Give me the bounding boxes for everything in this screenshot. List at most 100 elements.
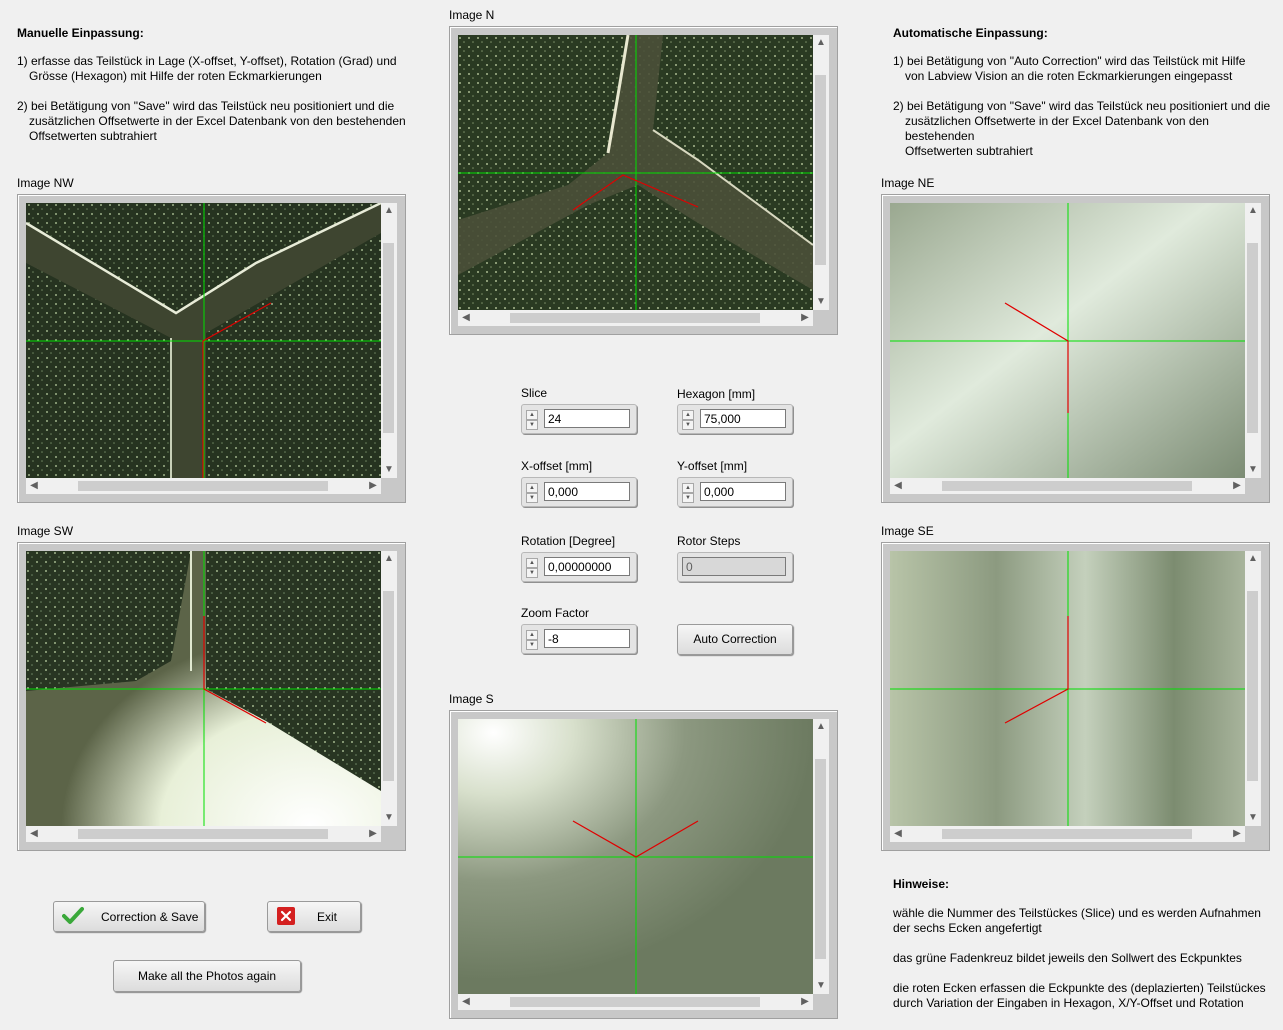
decrement-icon[interactable]: ▼ (682, 493, 694, 503)
decrement-icon[interactable]: ▼ (526, 568, 538, 578)
auto-step2-line1: 2) bei Betätigung von "Save" wird das Te… (893, 99, 1271, 113)
xoffset-input[interactable]: 0,000 (544, 482, 630, 501)
exit-button[interactable]: Exit (267, 901, 361, 932)
image-s-display[interactable]: ▲ ▼ ◀ ▶ (449, 710, 838, 1019)
image-se-canvas[interactable] (890, 551, 1245, 826)
auto-title: Automatische Einpassung: (893, 26, 1048, 40)
scroll-right-icon[interactable]: ▶ (365, 478, 381, 494)
scroll-left-icon[interactable]: ◀ (890, 478, 906, 494)
scroll-down-icon[interactable]: ▼ (1245, 462, 1261, 478)
yoffset-control[interactable]: ▲ ▼ 0,000 (677, 477, 793, 507)
rotor-steps-indicator: 0 (677, 552, 793, 582)
exit-label: Exit (317, 910, 338, 924)
rotation-control[interactable]: ▲ ▼ 0,00000000 (521, 552, 637, 582)
scroll-down-icon[interactable]: ▼ (813, 978, 829, 994)
manual-title: Manuelle Einpassung: (17, 26, 144, 40)
scroll-right-icon[interactable]: ▶ (797, 994, 813, 1010)
image-nw-vscroll[interactable]: ▲ ▼ (381, 203, 397, 478)
scroll-left-icon[interactable]: ◀ (26, 826, 42, 842)
scroll-right-icon[interactable]: ▶ (1229, 826, 1245, 842)
scroll-up-icon[interactable]: ▲ (381, 203, 397, 219)
slice-control[interactable]: ▲ ▼ 24 (521, 404, 637, 434)
image-sw-hscroll[interactable]: ◀ ▶ (26, 826, 381, 842)
decrement-icon[interactable]: ▼ (526, 493, 538, 503)
scroll-up-icon[interactable]: ▲ (1245, 551, 1261, 567)
image-se-hscroll[interactable]: ◀ ▶ (890, 826, 1245, 842)
scroll-left-icon[interactable]: ◀ (890, 826, 906, 842)
image-sw-display[interactable]: ▲ ▼ ◀ ▶ (17, 542, 406, 851)
image-ne-hscroll[interactable]: ◀ ▶ (890, 478, 1245, 494)
check-icon (62, 907, 84, 924)
image-ne-vscroll[interactable]: ▲ ▼ (1245, 203, 1261, 478)
image-nw-hscroll[interactable]: ◀ ▶ (26, 478, 381, 494)
manual-step2-line1: 2) bei Betätigung von "Save" wird das Te… (17, 99, 395, 113)
hexagon-label: Hexagon [mm] (677, 387, 756, 401)
image-s-label: Image S (449, 692, 494, 706)
image-se-display[interactable]: ▲ ▼ ◀ ▶ (881, 542, 1270, 851)
image-sw-label: Image SW (17, 524, 74, 538)
auto-step2-line3: Offsetwerten subtrahiert (905, 144, 1033, 158)
image-n-canvas[interactable] (458, 35, 813, 310)
image-nw-canvas[interactable] (26, 203, 381, 478)
zoom-factor-control[interactable]: ▲ ▼ -8 (521, 624, 637, 654)
increment-icon[interactable]: ▲ (526, 410, 538, 420)
increment-icon[interactable]: ▲ (526, 483, 538, 493)
image-sw-canvas[interactable] (26, 551, 381, 826)
scroll-down-icon[interactable]: ▼ (813, 294, 829, 310)
manual-step1-line2: Grösse (Hexagon) mit Hilfe der roten Eck… (29, 69, 322, 83)
make-photos-button[interactable]: Make all the Photos again (113, 960, 301, 992)
auto-correction-button[interactable]: Auto Correction (677, 624, 793, 655)
image-nw-label: Image NW (17, 176, 74, 190)
scroll-left-icon[interactable]: ◀ (458, 310, 474, 326)
scroll-right-icon[interactable]: ▶ (1229, 478, 1245, 494)
image-n-vscroll[interactable]: ▲ ▼ (813, 35, 829, 310)
scroll-up-icon[interactable]: ▲ (381, 551, 397, 567)
scroll-left-icon[interactable]: ◀ (458, 994, 474, 1010)
decrement-icon[interactable]: ▼ (526, 420, 538, 430)
image-sw-vscroll[interactable]: ▲ ▼ (381, 551, 397, 826)
hexagon-control[interactable]: ▲ ▼ 75,000 (677, 404, 793, 434)
image-n-display[interactable]: ▲ ▼ ◀ ▶ (449, 26, 838, 335)
scroll-left-icon[interactable]: ◀ (26, 478, 42, 494)
manual-instructions: 1) erfasse das Teilstück in Lage (X-offs… (17, 54, 417, 144)
rotation-input[interactable]: 0,00000000 (544, 557, 630, 576)
image-ne-label: Image NE (881, 176, 935, 190)
image-ne-photo (890, 203, 1245, 478)
scroll-down-icon[interactable]: ▼ (381, 810, 397, 826)
increment-icon[interactable]: ▲ (682, 483, 694, 493)
zoom-factor-input[interactable]: -8 (544, 629, 630, 648)
manual-step2-line3: Offsetwerten subtrahiert (29, 129, 157, 143)
increment-icon[interactable]: ▲ (526, 558, 538, 568)
scroll-up-icon[interactable]: ▲ (813, 35, 829, 51)
image-nw-display[interactable]: ▲ ▼ ◀ ▶ (17, 194, 406, 503)
decrement-icon[interactable]: ▼ (526, 640, 538, 650)
image-s-vscroll[interactable]: ▲ ▼ (813, 719, 829, 994)
increment-icon[interactable]: ▲ (682, 410, 694, 420)
auto-step1-line1: 1) bei Betätigung von "Auto Correction" … (893, 54, 1246, 68)
image-se-vscroll[interactable]: ▲ ▼ (1245, 551, 1261, 826)
scroll-up-icon[interactable]: ▲ (813, 719, 829, 735)
auto-step1-line2: von Labview Vision an die roten Eckmarki… (905, 69, 1233, 83)
decrement-icon[interactable]: ▼ (682, 420, 694, 430)
xoffset-label: X-offset [mm] (521, 459, 593, 473)
scroll-down-icon[interactable]: ▼ (381, 462, 397, 478)
hexagon-input[interactable]: 75,000 (700, 409, 786, 428)
image-s-hscroll[interactable]: ◀ ▶ (458, 994, 813, 1010)
xoffset-control[interactable]: ▲ ▼ 0,000 (521, 477, 637, 507)
image-ne-display[interactable]: ▲ ▼ ◀ ▶ (881, 194, 1270, 503)
scroll-down-icon[interactable]: ▼ (1245, 810, 1261, 826)
rotation-label: Rotation [Degree] (521, 534, 616, 548)
scroll-right-icon[interactable]: ▶ (797, 310, 813, 326)
image-n-hscroll[interactable]: ◀ ▶ (458, 310, 813, 326)
slice-input[interactable]: 24 (544, 409, 630, 428)
correction-save-button[interactable]: Correction & Save (53, 901, 205, 932)
scroll-right-icon[interactable]: ▶ (365, 826, 381, 842)
image-ne-canvas[interactable] (890, 203, 1245, 478)
manual-step2-line2: zusätzlichen Offsetwerte in der Excel Da… (29, 114, 406, 128)
yoffset-input[interactable]: 0,000 (700, 482, 786, 501)
increment-icon[interactable]: ▲ (526, 630, 538, 640)
image-nw-photo (26, 203, 381, 478)
scroll-up-icon[interactable]: ▲ (1245, 203, 1261, 219)
image-s-canvas[interactable] (458, 719, 813, 994)
rotor-steps-value: 0 (682, 557, 786, 576)
